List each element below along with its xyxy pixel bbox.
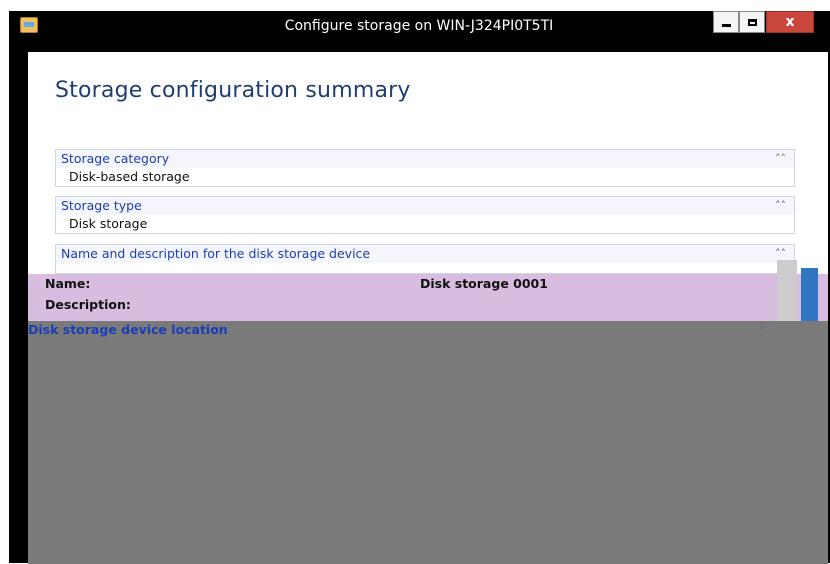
chevron-up-icon[interactable]: ˄ xyxy=(759,325,765,338)
section-header[interactable]: Name and description for the disk storag… xyxy=(56,245,794,263)
section-heading: Storage category xyxy=(61,151,170,166)
section-storage-category: Storage category ˄˄ Disk-based storage xyxy=(55,149,795,187)
description-label: Description: xyxy=(45,297,131,312)
close-icon: x xyxy=(785,14,795,30)
page-title: Storage configuration summary xyxy=(55,78,411,103)
section-header[interactable]: Storage category ˄˄ xyxy=(56,150,794,168)
minimize-icon xyxy=(721,24,731,27)
section-heading: Name and description for the disk storag… xyxy=(61,246,371,261)
content-area: Storage configuration summary Storage ca… xyxy=(28,52,828,564)
location-heading: Disk storage device location xyxy=(28,322,228,337)
maximize-icon xyxy=(747,18,757,26)
section-storage-type: Storage type ˄˄ Disk storage xyxy=(55,196,795,234)
chevron-double-up-icon[interactable]: ˄˄ xyxy=(775,197,786,215)
name-value: Disk storage 0001 xyxy=(420,276,548,291)
minimize-button[interactable] xyxy=(713,11,739,33)
section-heading: Storage type xyxy=(61,198,142,213)
section-name-description: Name and description for the disk storag… xyxy=(55,244,795,274)
scrollbar-track[interactable] xyxy=(777,260,797,324)
section-header[interactable]: Storage type ˄˄ xyxy=(56,197,794,215)
section-value: Disk-based storage xyxy=(69,169,190,184)
window-title: Configure storage on WIN-J324PI0T5TI xyxy=(284,18,554,34)
scrollbar-thumb[interactable] xyxy=(801,268,818,324)
details-band: Name: Disk storage 0001 Description: xyxy=(28,274,828,327)
close-button[interactable]: x xyxy=(766,11,814,33)
storage-app-icon xyxy=(20,17,38,33)
configure-storage-window: Configure storage on WIN-J324PI0T5TI x S… xyxy=(9,11,830,564)
chevron-double-up-icon[interactable]: ˄˄ xyxy=(775,150,786,168)
name-label: Name: xyxy=(45,276,91,291)
section-value: Disk storage xyxy=(69,216,148,231)
obscured-region xyxy=(28,321,828,564)
maximize-button[interactable] xyxy=(739,11,765,33)
title-bar: Configure storage on WIN-J324PI0T5TI x xyxy=(9,11,830,41)
